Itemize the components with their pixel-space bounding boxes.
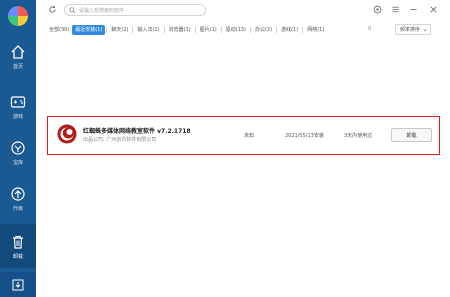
tab-chat[interactable]: 聊天(2): [108, 25, 131, 35]
sidebar: 首页 游戏 宝库 升级 卸载: [0, 0, 36, 297]
target-button[interactable]: [372, 4, 382, 14]
search-icon: [69, 7, 76, 14]
tab-input-method[interactable]: 输入法(1): [134, 25, 162, 35]
tab-network[interactable]: 网络(1): [304, 25, 327, 35]
tab-divider: [276, 27, 278, 33]
menu-icon: [391, 6, 399, 12]
tab-divider: [194, 27, 196, 33]
tab-browser[interactable]: 浏览器(1): [166, 25, 194, 35]
sidebar-item-label: 首页: [12, 64, 23, 70]
sidebar-item-home[interactable]: 首页: [0, 42, 36, 82]
uninstall-button[interactable]: 卸载: [391, 128, 432, 142]
chevron-down-icon: [423, 28, 427, 32]
close-icon: [430, 6, 436, 12]
refresh-icon[interactable]: [48, 5, 57, 14]
install-date: 2021/05/13安装: [285, 133, 324, 139]
tab-divider: [250, 27, 251, 33]
usage-frequency: 3天内使用过: [344, 133, 373, 139]
trash-icon: [13, 235, 23, 249]
sidebar-item-label: 游戏: [12, 114, 23, 120]
tab-recent[interactable]: 最近安装(1): [72, 25, 106, 35]
tab-divider: [220, 27, 222, 33]
sidebar-item-label: 升级: [12, 206, 23, 212]
category-tabs: 全部(30) 最近安装(1) 聊天(2) 输入法(1) 浏览器(1) 图片(1)…: [46, 24, 327, 36]
target-icon: [373, 5, 381, 13]
sidebar-item-upgrade[interactable]: 升级: [0, 184, 36, 224]
sidebar-item-label: 宝库: [12, 160, 23, 166]
app-logo: [8, 6, 28, 26]
gamepad-icon: [10, 96, 26, 108]
menu-button[interactable]: [390, 4, 400, 14]
sidebar-item-games[interactable]: 游戏: [0, 92, 36, 132]
close-button[interactable]: [428, 4, 438, 14]
tab-image[interactable]: 图片(1): [197, 25, 220, 35]
sidebar-item-treasure[interactable]: 宝库: [0, 138, 36, 178]
app-name: 红蜘蛛多媒体网络教室软件 v7.2.1718: [83, 128, 191, 135]
upgrade-icon: [11, 187, 25, 201]
treasure-icon: [11, 141, 25, 155]
tab-game[interactable]: 游戏(1): [278, 25, 301, 35]
sort-dropdown[interactable]: 频率排序: [395, 24, 431, 35]
sort-label: 频率排序: [400, 27, 421, 33]
app-publisher: 出品公司: 广州创讯软件有限公司: [83, 137, 157, 143]
search-box[interactable]: [64, 4, 206, 16]
app-list-item[interactable]: 红蜘蛛多媒体网络教室软件 v7.2.1718 出品公司: 广州创讯软件有限公司 …: [47, 116, 440, 155]
tab-divider: [106, 27, 108, 33]
sidebar-item-label: 卸载: [12, 254, 23, 260]
tab-divider: [163, 27, 165, 33]
minimize-button[interactable]: [408, 4, 418, 14]
home-icon: [11, 45, 25, 59]
tab-all[interactable]: 全部(30): [46, 25, 72, 35]
download-button[interactable]: [0, 272, 36, 297]
tab-office[interactable]: 办公(2): [252, 25, 275, 35]
app-icon: [57, 124, 77, 144]
search-input[interactable]: [79, 6, 203, 15]
sidebar-item-uninstall[interactable]: 卸载: [0, 224, 36, 268]
tab-divider: [302, 27, 304, 33]
download-icon: [12, 279, 24, 290]
tab-driver[interactable]: 驱动(13): [223, 25, 249, 35]
app-size: 未知: [244, 133, 255, 139]
tab-divider: [132, 27, 134, 33]
minimize-icon: [409, 8, 417, 10]
result-count: 0: [368, 26, 372, 32]
